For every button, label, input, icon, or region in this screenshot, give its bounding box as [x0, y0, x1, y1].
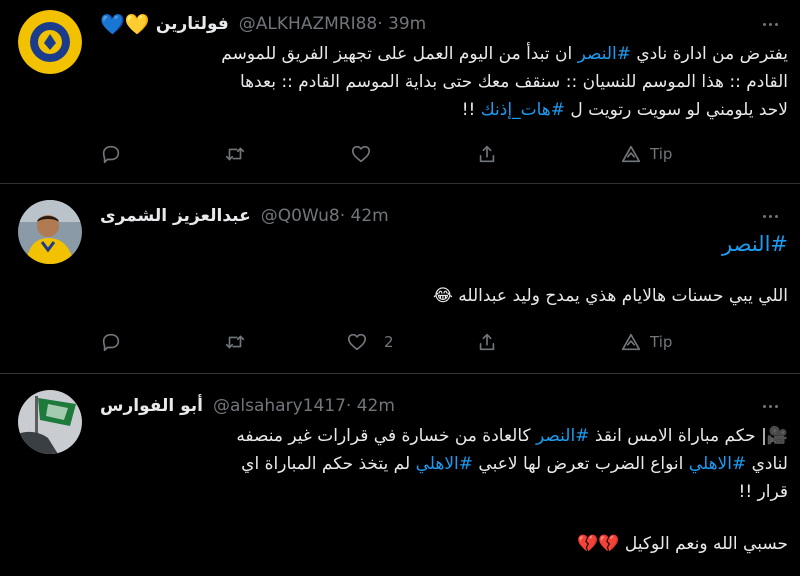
tweet-actions: 2 Tip [100, 328, 700, 356]
hashtag-link[interactable]: #الاهلي [689, 454, 746, 474]
user-handle[interactable]: @Q0Wu8 [261, 206, 340, 226]
tweet-3[interactable]: أبو الفوارس @alsahary1417 · 42m 🎥| حكم م… [0, 374, 800, 576]
tweet-time[interactable]: · 39m [377, 14, 426, 34]
hashtag-link[interactable]: #الاهلي [416, 454, 473, 474]
display-name[interactable]: أبو الفوارس [100, 396, 203, 416]
reply-icon [102, 333, 120, 352]
reply-button[interactable] [100, 328, 132, 356]
tweet-hashtag-line: #النصر [722, 232, 788, 256]
tweet-text-line-4: حسبي الله ونعم الوكيل 💔💔 [577, 534, 788, 554]
more-icon[interactable] [758, 394, 782, 418]
tip-button[interactable]: Tip [620, 140, 672, 168]
avatar[interactable] [18, 200, 82, 264]
display-name[interactable]: عبدالعزيز الشمرى [100, 206, 251, 226]
like-icon [351, 145, 371, 163]
emoji-hearts: 💙💛 [100, 12, 150, 36]
tip-icon [621, 145, 641, 163]
hashtag-link[interactable]: #النصر [578, 44, 631, 64]
like-button[interactable]: 2 [346, 328, 394, 356]
user-handle[interactable]: @alsahary1417 [213, 396, 346, 416]
display-name[interactable]: فولتارين [156, 14, 229, 34]
avatar[interactable] [18, 390, 82, 454]
hashtag-link[interactable]: #النصر [536, 426, 589, 446]
tweet-text-line-2: لنادي #الاهلي انواع الضرب تعرض لها لاعبي… [241, 454, 788, 474]
retweet-icon [225, 335, 245, 349]
tip-button[interactable]: Tip [620, 328, 672, 356]
tweet-text-line-1: يفترض من ادارة نادي #النصر ان تبدأ من ال… [221, 44, 788, 64]
share-button[interactable] [476, 328, 498, 356]
tweet-text-line-1: 🎥| حكم مباراة الامس انقذ #النصر كالعادة … [236, 426, 788, 446]
user-handle[interactable]: @ALKHAZMRI88 [239, 14, 377, 34]
avatar[interactable] [18, 10, 82, 74]
more-icon[interactable] [758, 12, 782, 36]
tweet-2[interactable]: عبدالعزيز الشمرى @Q0Wu8 · 42m #النصر الل… [0, 184, 800, 373]
like-button[interactable] [350, 140, 382, 168]
tweet-text-line-2: القادم :: هذا الموسم للنسيان :: سنقف معك… [239, 72, 788, 92]
tweet-text-line-1: اللي يبي حسنات هالايام هذي يمدح وليد عبد… [432, 286, 788, 306]
tweet-time[interactable]: · 42m [340, 206, 389, 226]
tweet-1[interactable]: 💙💛 فولتارين @ALKHAZMRI88 · 39m يفترض من … [0, 0, 800, 183]
tweet-actions: Tip [100, 140, 700, 168]
more-icon[interactable] [758, 204, 782, 228]
retweet-button[interactable] [224, 140, 256, 168]
reply-button[interactable] [100, 140, 132, 168]
like-count: 2 [384, 333, 394, 351]
tweet-time[interactable]: · 42m [346, 396, 395, 416]
tweet-header: أبو الفوارس @alsahary1417 · 42m [100, 394, 395, 418]
hashtag-link[interactable]: #هات_إذنك [481, 100, 565, 120]
like-icon [347, 333, 367, 351]
share-icon [479, 333, 495, 351]
hashtag-link[interactable]: #النصر [722, 232, 788, 256]
tweet-header: عبدالعزيز الشمرى @Q0Wu8 · 42m [100, 204, 389, 228]
retweet-button[interactable] [224, 328, 256, 356]
tweet-header: 💙💛 فولتارين @ALKHAZMRI88 · 39m [100, 12, 426, 36]
tweet-text-line-3: قرار !! [738, 482, 788, 502]
reply-icon [102, 145, 120, 164]
tip-icon [621, 333, 641, 351]
tweet-text-line-3: لاحد يلومني لو سويت رتويت ل #هات_إذنك !! [461, 100, 788, 120]
retweet-icon [225, 147, 245, 161]
share-button[interactable] [476, 140, 498, 168]
share-icon [479, 145, 495, 163]
